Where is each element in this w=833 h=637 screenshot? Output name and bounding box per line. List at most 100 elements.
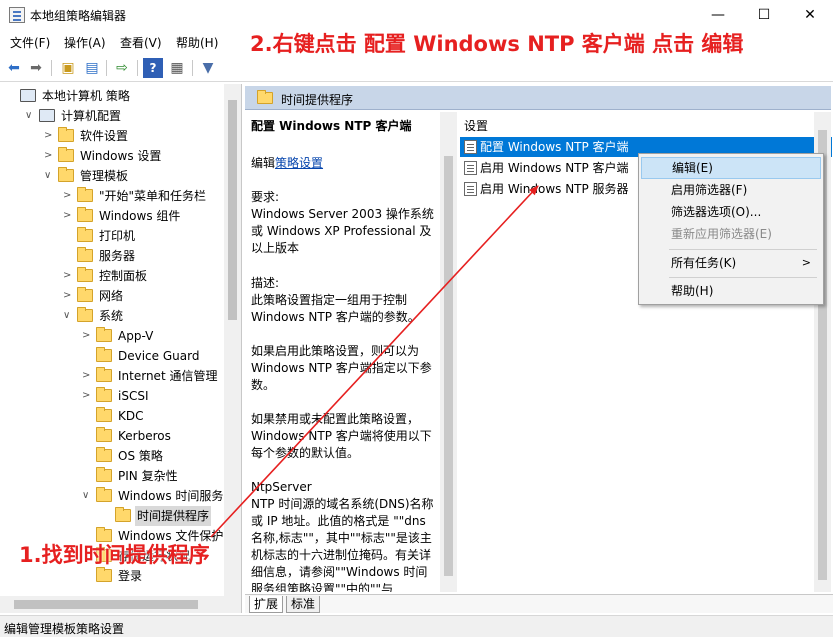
- tree-item[interactable]: > "开始"菜单和任务栏: [0, 186, 224, 206]
- chevron-down-icon[interactable]: ∨: [63, 306, 73, 326]
- chevron-right-icon[interactable]: >: [63, 266, 73, 286]
- chevron-down-icon[interactable]: ∨: [82, 486, 92, 506]
- chevron-right-icon[interactable]: >: [82, 386, 92, 406]
- folder-icon: [77, 267, 93, 282]
- tree-item-label: Device Guard: [118, 349, 200, 363]
- properties-icon[interactable]: ▦: [167, 58, 187, 78]
- tree-item[interactable]: ∨ 系统: [0, 306, 224, 326]
- filter-icon[interactable]: ▼: [198, 58, 218, 78]
- tree-item[interactable]: > Windows 组件: [0, 206, 224, 226]
- toolbar-separator: [51, 60, 52, 76]
- chevron-right-icon[interactable]: >: [44, 146, 54, 166]
- tree-item[interactable]: ∨ 计算机配置: [0, 106, 224, 126]
- tree-item[interactable]: 时间提供程序: [0, 506, 224, 526]
- forward-arrow-icon[interactable]: ➡: [26, 58, 46, 78]
- folder-icon: [96, 347, 112, 362]
- tree-item[interactable]: 打印机: [0, 226, 224, 246]
- navigation-tree: 本地计算机 策略 ∨ 计算机配置 > 软件设置 > Windows 设置 ∨ 管理模板 > "开始"…: [0, 84, 242, 613]
- tree-item-label: Windows 设置: [80, 149, 162, 163]
- settings-column-header[interactable]: 设置: [464, 117, 488, 134]
- requirements-text: Windows Server 2003 操作系统或 Windows XP Pro…: [251, 207, 434, 255]
- tree-item[interactable]: > Windows 设置: [0, 146, 224, 166]
- edit-prefix: 编辑: [251, 156, 276, 170]
- tree-item-label: Internet 通信管理: [118, 369, 218, 383]
- tree-item[interactable]: Device Guard: [0, 346, 224, 366]
- chevron-down-icon[interactable]: ∨: [44, 166, 54, 186]
- chevron-right-icon[interactable]: >: [63, 286, 73, 306]
- tree-item[interactable]: > Internet 通信管理: [0, 366, 224, 386]
- context-separator: [669, 277, 817, 278]
- folder-icon: [96, 487, 112, 502]
- show-hide-tree-icon[interactable]: ▤: [82, 58, 102, 78]
- description-text: 此策略设置指定一组用于控制 Windows NTP 客户端的参数。: [251, 293, 420, 324]
- ntpserver-label: NtpServer: [251, 480, 312, 494]
- tree-item[interactable]: Kerberos: [0, 426, 224, 446]
- tree-scroll-thumb[interactable]: [228, 100, 237, 320]
- context-item-label: 所有任务(K): [671, 256, 737, 270]
- status-bar: 编辑管理模板策略设置: [0, 615, 833, 637]
- up-folder-icon[interactable]: ▣: [58, 58, 78, 78]
- setting-row-enable-ntp-server[interactable]: 启用 Windows NTP 服务器: [460, 179, 635, 199]
- tree-item[interactable]: OS 策略: [0, 446, 224, 466]
- menu-help[interactable]: 帮助(H): [176, 34, 218, 51]
- help-icon[interactable]: ?: [143, 58, 163, 78]
- tab-standard[interactable]: 标准: [286, 596, 321, 613]
- export-list-icon[interactable]: ⇨: [112, 58, 132, 78]
- context-enable-filter[interactable]: 启用筛选器(F): [641, 179, 821, 201]
- tree-item[interactable]: ∨ Windows 时间服务: [0, 486, 224, 506]
- policy-setting-icon: [464, 161, 477, 175]
- tree-item[interactable]: > 控制面板: [0, 266, 224, 286]
- chevron-right-icon[interactable]: >: [44, 126, 54, 146]
- context-all-tasks[interactable]: 所有任务(K) >: [641, 252, 821, 274]
- context-item-label: 启用筛选器(F): [671, 183, 748, 197]
- policy-settings-link[interactable]: 策略设置: [275, 156, 323, 170]
- enabled-text: 如果启用此策略设置，则可以为 Windows NTP 客户端指定以下参数。: [251, 344, 432, 392]
- tree-item[interactable]: > 软件设置: [0, 126, 224, 146]
- context-filter-options[interactable]: 筛选器选项(O)...: [641, 201, 821, 223]
- chevron-right-icon[interactable]: >: [63, 206, 73, 226]
- folder-icon: [77, 287, 93, 302]
- context-reapply-filter[interactable]: 重新应用筛选器(E): [641, 223, 821, 245]
- tree-item[interactable]: 登录: [0, 566, 224, 586]
- chevron-right-icon[interactable]: >: [63, 186, 73, 206]
- maximize-button[interactable]: ☐: [741, 0, 787, 30]
- folder-icon: [58, 147, 74, 162]
- window-title: 本地组策略编辑器: [30, 9, 127, 23]
- close-button[interactable]: ✕: [787, 0, 833, 30]
- back-arrow-icon[interactable]: ⬅: [4, 58, 24, 78]
- tree-item-label: 系统: [99, 309, 124, 323]
- folder-icon: [96, 327, 112, 342]
- tree-item[interactable]: ∨ 管理模板: [0, 166, 224, 186]
- tree-item[interactable]: PIN 复杂性: [0, 466, 224, 486]
- tree-item-label: 服务器: [99, 249, 136, 263]
- disabled-text: 如果禁用或未配置此策略设置，Windows NTP 客户端将使用以下每个参数的默…: [251, 412, 432, 460]
- tree-item-label: 计算机配置: [61, 109, 122, 123]
- chevron-right-icon[interactable]: >: [82, 366, 92, 386]
- tree-item[interactable]: > 网络: [0, 286, 224, 306]
- tree-item[interactable]: KDC: [0, 406, 224, 426]
- description-scroll-thumb[interactable]: [444, 156, 453, 576]
- view-tabs: 扩展 标准: [245, 594, 833, 613]
- tree-item[interactable]: > iSCSI: [0, 386, 224, 406]
- tree-item[interactable]: 本地计算机 策略: [0, 86, 224, 106]
- folder-icon: [77, 207, 93, 222]
- context-item-label: 筛选器选项(O)...: [671, 205, 762, 219]
- tree-item[interactable]: > App-V: [0, 326, 224, 346]
- chevron-right-icon[interactable]: >: [82, 326, 92, 346]
- context-edit[interactable]: 编辑(E): [641, 157, 821, 179]
- status-text: 编辑管理模板策略设置: [4, 622, 125, 636]
- tab-extended[interactable]: 扩展: [249, 596, 284, 613]
- minimize-button[interactable]: —: [695, 0, 741, 30]
- menu-view[interactable]: 查看(V): [120, 34, 162, 51]
- folder-icon: [257, 90, 273, 104]
- tree-item-label: iSCSI: [118, 389, 149, 403]
- tree-item[interactable]: 服务器: [0, 246, 224, 266]
- menu-file[interactable]: 文件(F): [10, 34, 50, 51]
- tree-horizontal-thumb[interactable]: [14, 600, 198, 609]
- context-help[interactable]: 帮助(H): [641, 280, 821, 302]
- setting-row-enable-ntp-client[interactable]: 启用 Windows NTP 客户端: [460, 158, 635, 178]
- chevron-down-icon[interactable]: ∨: [25, 106, 35, 126]
- tree-item-label: 登录: [118, 569, 143, 583]
- policy-editor-icon: [9, 7, 25, 23]
- menu-action[interactable]: 操作(A): [64, 34, 106, 51]
